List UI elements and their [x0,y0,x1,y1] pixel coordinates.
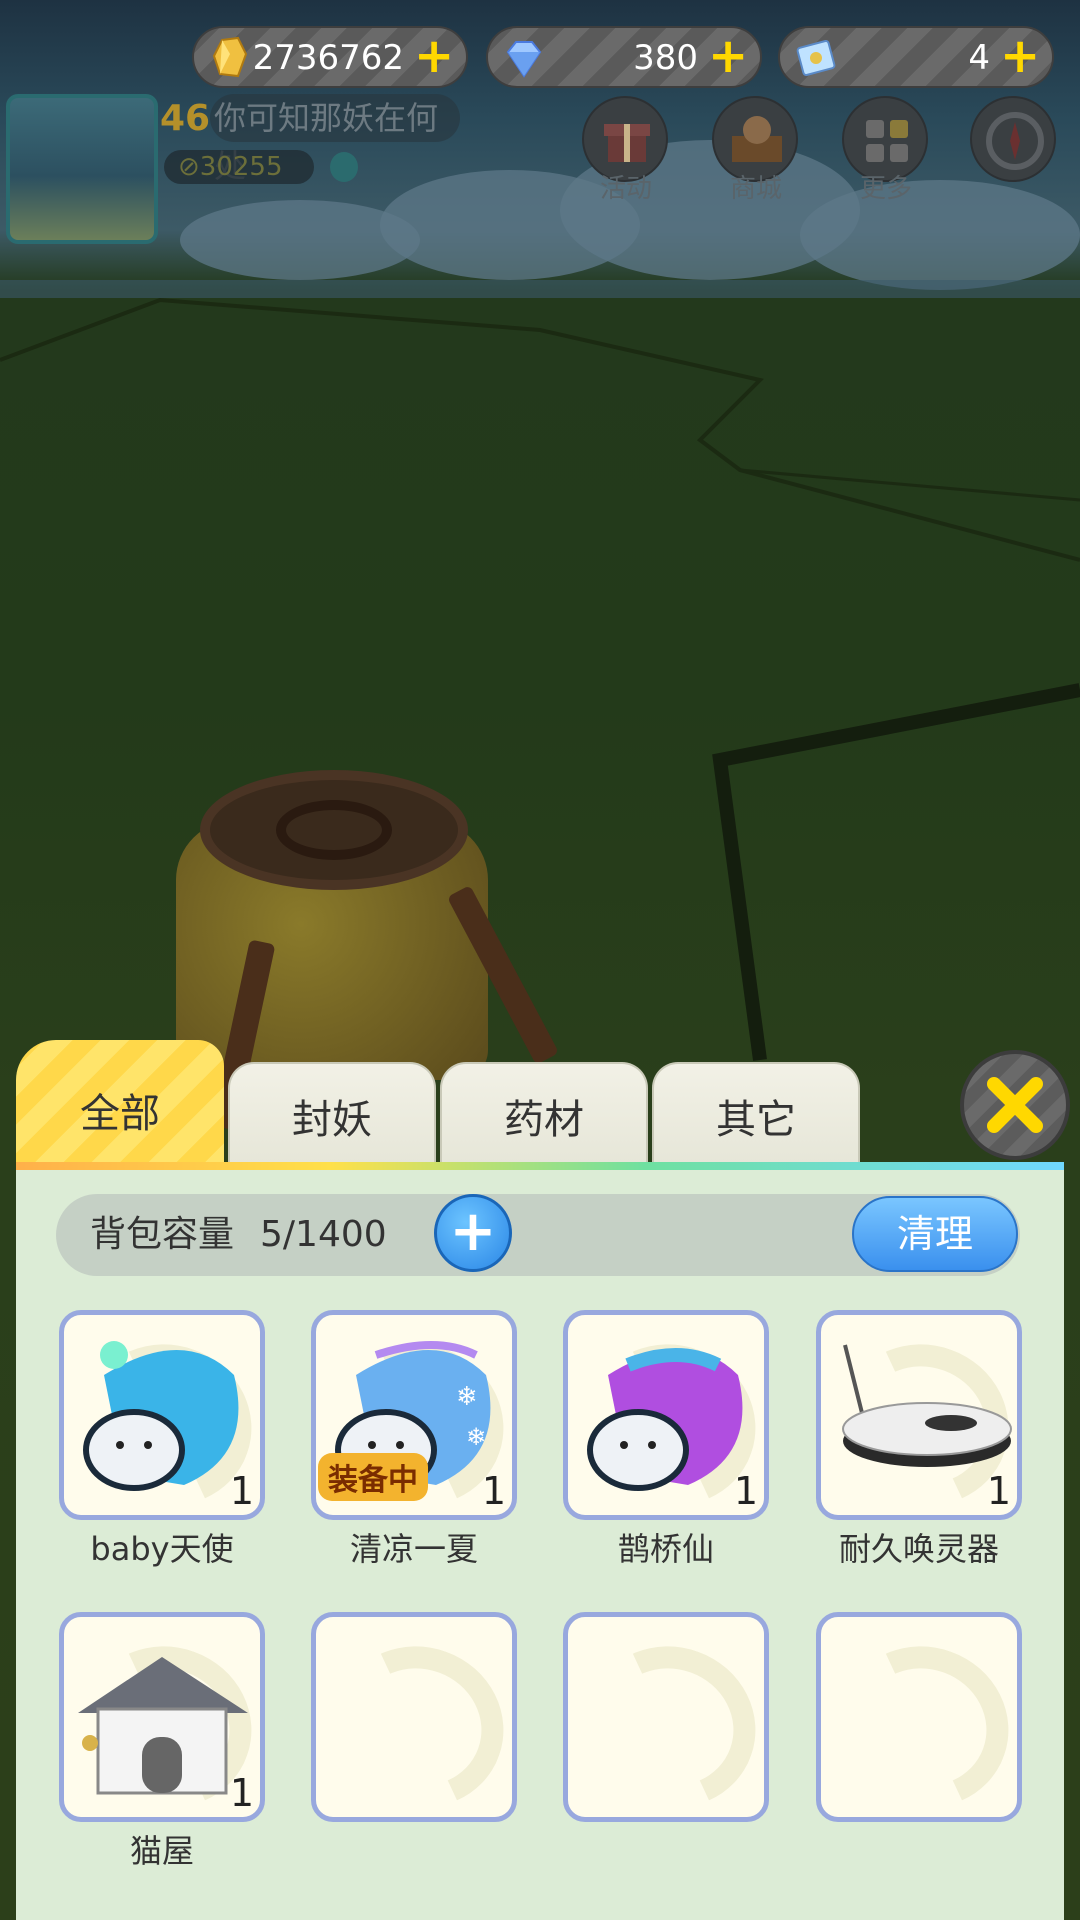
item-name: 清凉一夏 [349,1530,478,1568]
capacity-value: 5/1400 [260,1214,387,1255]
shop-label: 商城 [729,174,782,204]
item-slot[interactable]: 1 [59,1310,265,1520]
tab-seal-demon[interactable]: 封妖 [228,1062,436,1166]
equipped-badge: 装备中 [318,1453,428,1501]
compass-button[interactable] [970,96,1058,182]
plus-icon: + [449,1199,497,1264]
item-count: 1 [733,1469,758,1513]
item-count: 1 [229,1771,254,1815]
diamond-value: 380 [633,38,698,78]
gold-currency: 2736762 + [192,26,468,88]
empty-item-slot[interactable] [563,1612,769,1822]
empty-item-slot[interactable] [816,1612,1022,1822]
diamond-currency: 380 + [486,26,762,88]
activity-label: 活动 [599,174,652,204]
add-ticket-button[interactable]: + [1000,32,1040,80]
tab-other[interactable]: 其它 [652,1062,860,1166]
item-slot[interactable]: 1 [563,1310,769,1520]
item-slot[interactable]: 1 [59,1612,265,1822]
ticket-icon [796,40,836,76]
item-name: 鹊桥仙 [617,1530,714,1568]
slot-swirl [316,1622,512,1817]
add-diamond-button[interactable]: + [708,32,748,80]
item-name: baby天使 [90,1530,234,1568]
diamond-icon [506,41,542,78]
quest-text[interactable]: 你可知那妖在何处 [210,94,460,185]
player-level: 46 [160,98,211,139]
add-gold-button[interactable]: + [414,32,454,80]
status-icon[interactable] [330,152,358,182]
empty-item-slot[interactable] [311,1612,517,1822]
compass-icon [970,96,1056,182]
combat-power-value: 30255 [199,152,283,182]
combat-power: ⊘30255 [164,150,314,184]
slot-swirl [568,1622,764,1817]
capacity-label: 背包容量 [90,1214,235,1255]
gold-value: 2736762 [252,38,404,78]
slot-swirl [821,1622,1017,1817]
item-count: 1 [481,1469,506,1513]
item-count: 1 [229,1469,254,1513]
svg-text:❄: ❄ [466,1423,486,1451]
shop-button[interactable]: 商城 [712,96,800,204]
more-label: 更多 [859,174,912,204]
player-avatar[interactable] [6,94,158,244]
close-x-icon [987,1077,1043,1133]
item-name: 猫屋 [129,1832,194,1870]
tab-all[interactable]: 全部 [16,1040,224,1166]
gold-crystal-icon [212,36,248,78]
item-slot[interactable]: ❄ ❄ 装备中 1 [311,1310,517,1520]
item-count: 1 [986,1469,1011,1513]
item-name: 耐久唤灵器 [838,1530,999,1568]
clean-button[interactable]: 清理 [852,1196,1018,1272]
more-button[interactable]: 更多 [842,96,930,204]
combat-power-icon: ⊘ [178,152,200,182]
activity-button[interactable]: 活动 [582,96,670,204]
expand-capacity-button[interactable]: + [434,1194,512,1272]
svg-text:❄: ❄ [456,1382,478,1412]
tab-divider [16,1162,1064,1170]
tab-medicine[interactable]: 药材 [440,1062,648,1166]
close-button[interactable] [960,1050,1070,1160]
lantern-ring [276,800,392,860]
item-slot[interactable]: 1 [816,1310,1022,1520]
ticket-currency: 4 + [778,26,1054,88]
ticket-value: 4 [968,38,990,78]
